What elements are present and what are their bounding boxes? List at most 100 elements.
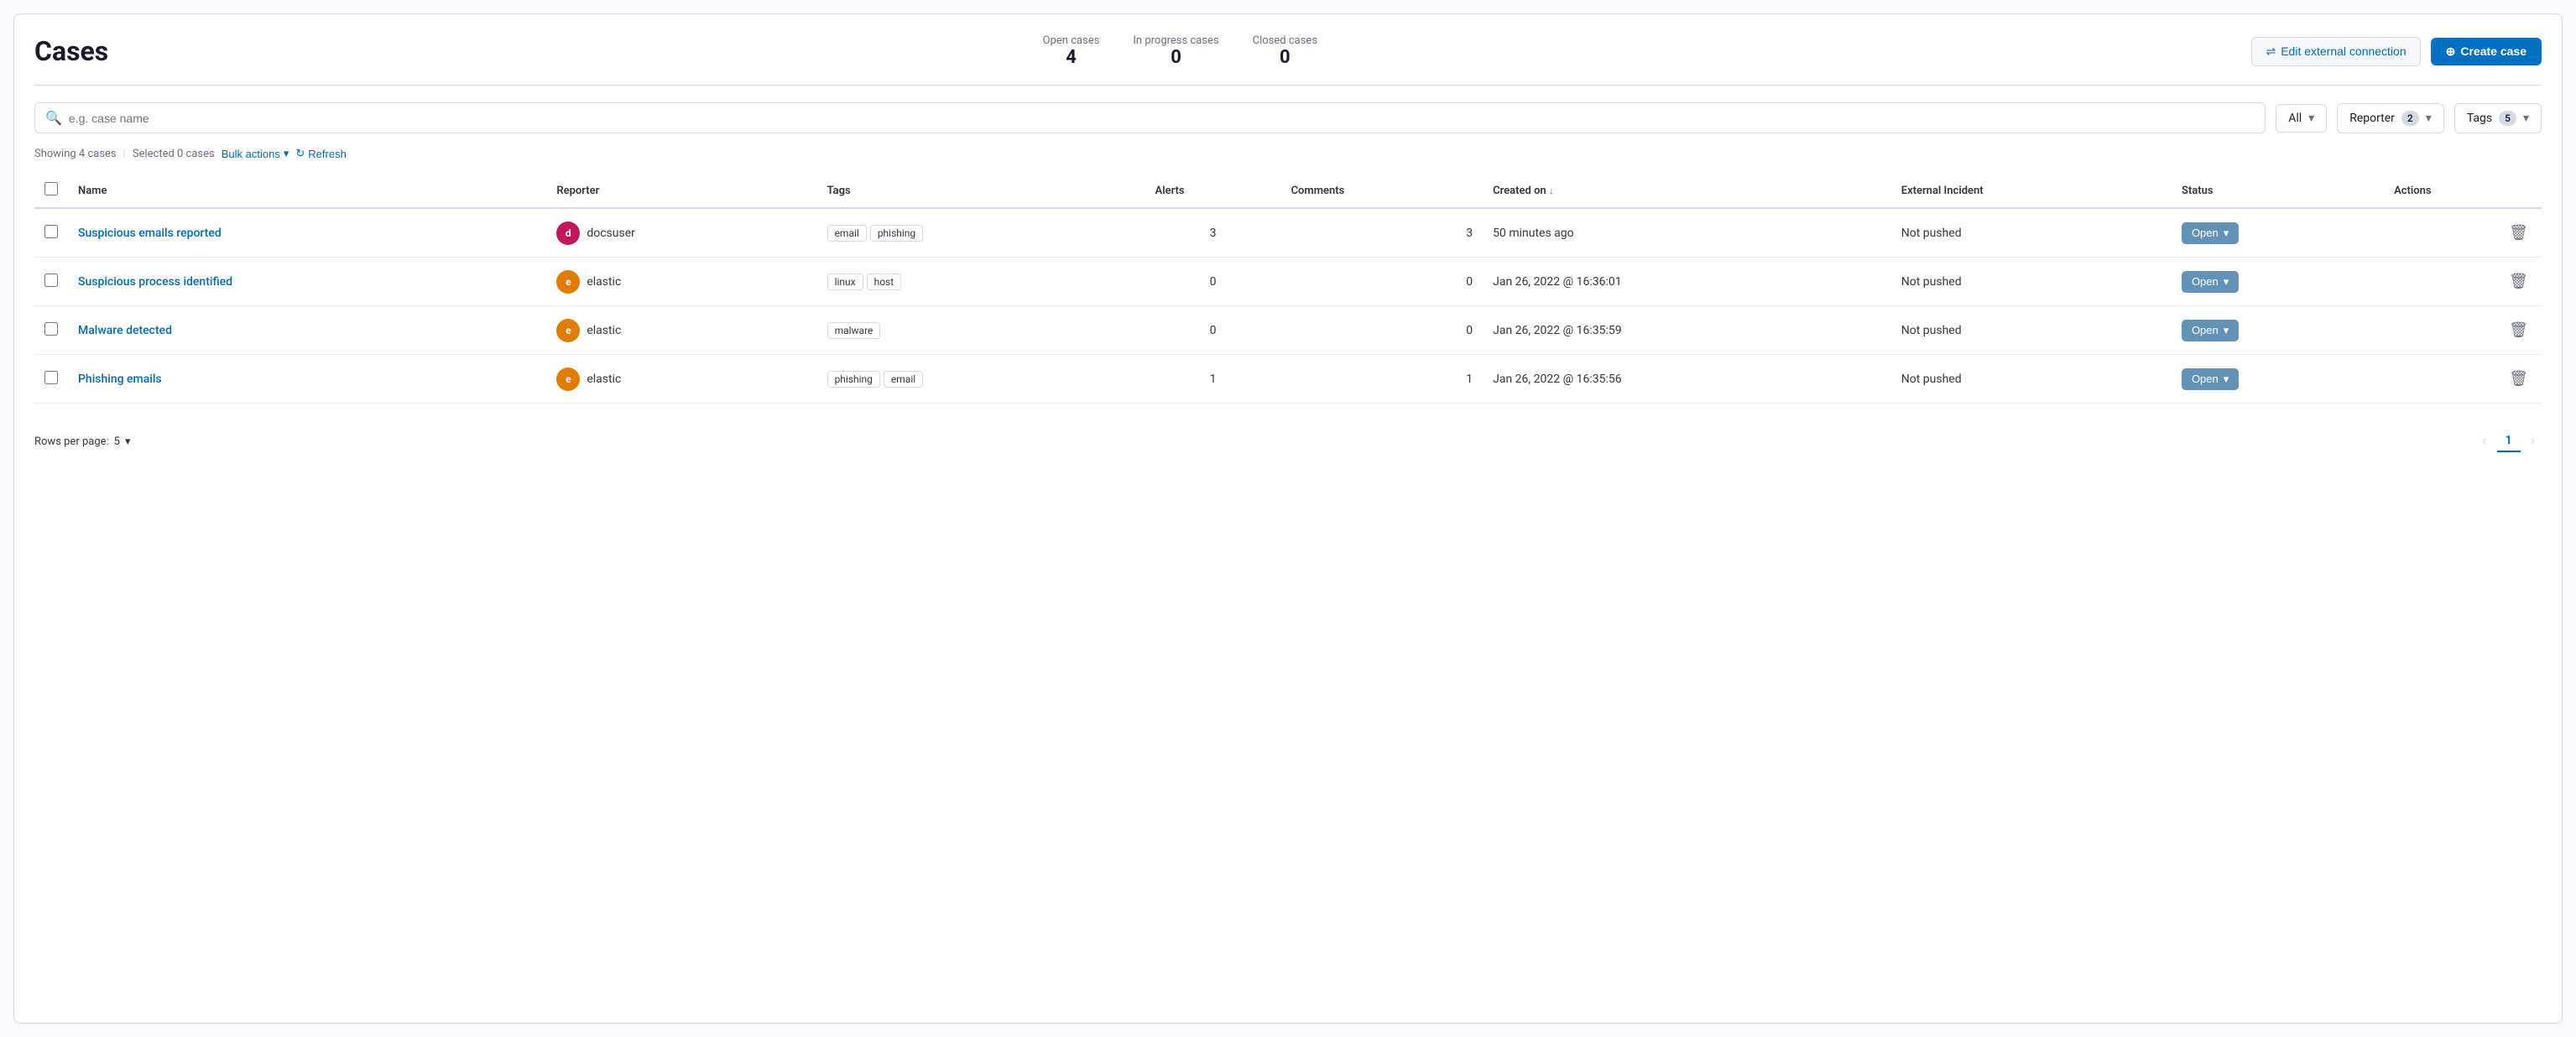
plus-circle-icon: ⊕ <box>2446 44 2456 59</box>
tag: email <box>884 371 923 388</box>
avatar: e <box>556 367 580 391</box>
created-on-cell: 50 minutes ago <box>1483 208 1891 258</box>
chevron-down-icon-reporter: ▾ <box>2426 112 2432 125</box>
external-incident-cell: Not pushed <box>1891 258 2172 306</box>
closed-cases-label: Closed cases <box>1253 34 1317 47</box>
external-incident-cell: Not pushed <box>1891 306 2172 355</box>
status-filter-label: All <box>2288 112 2302 125</box>
case-name-link[interactable]: Suspicious emails reported <box>78 227 222 240</box>
subbar-separator: | <box>123 148 126 160</box>
chevron-down-icon-status: ▾ <box>2224 227 2229 240</box>
status-button[interactable]: Open ▾ <box>2182 368 2239 390</box>
alerts-cell: 0 <box>1145 306 1281 355</box>
row-checkbox-cell <box>34 258 68 306</box>
refresh-button[interactable]: ↻ Refresh <box>295 147 346 160</box>
trash-icon: 🗑 <box>2509 370 2528 387</box>
actions-cell: 🗑 <box>2384 355 2542 404</box>
tags-filter-dropdown[interactable]: Tags 5 ▾ <box>2454 103 2542 133</box>
table-row: Suspicious emails reportedddocsuseremail… <box>34 208 2542 258</box>
open-cases-stat: Open cases 4 <box>1043 34 1100 68</box>
actions-cell: 🗑 <box>2384 258 2542 306</box>
trash-icon: 🗑 <box>2509 273 2528 289</box>
tag: email <box>827 225 867 242</box>
tag: malware <box>827 322 881 339</box>
row-2-checkbox[interactable] <box>44 274 58 287</box>
status-cell: Open ▾ <box>2172 306 2384 355</box>
case-name-link[interactable]: Phishing emails <box>78 373 162 386</box>
case-name-link[interactable]: Malware detected <box>78 324 172 337</box>
external-incident-cell: Not pushed <box>1891 355 2172 404</box>
select-all-checkbox[interactable] <box>44 182 58 195</box>
chevron-down-icon-tags: ▾ <box>2523 112 2529 125</box>
status-button[interactable]: Open ▾ <box>2182 271 2239 293</box>
row-1-checkbox[interactable] <box>44 225 58 238</box>
stats-section: Open cases 4 In progress cases 0 Closed … <box>1043 34 1317 68</box>
comments-cell: 1 <box>1281 355 1484 404</box>
search-toolbar: 🔍 All ▾ Reporter 2 ▾ Tags 5 ▾ <box>34 102 2542 133</box>
status-cell: Open ▾ <box>2172 208 2384 258</box>
edit-connection-button[interactable]: ⇌ Edit external connection <box>2251 37 2420 66</box>
row-checkbox-cell <box>34 208 68 258</box>
next-page-button[interactable]: › <box>2524 430 2542 452</box>
chevron-down-icon-status: ▾ <box>2224 373 2229 386</box>
rows-per-page-value: 5 <box>114 435 120 448</box>
comments-cell: 0 <box>1281 306 1484 355</box>
status-label: Open <box>2192 227 2219 239</box>
table-row: Malware detectedeelasticmalware00Jan 26,… <box>34 306 2542 355</box>
reporter-info: eelastic <box>556 319 806 342</box>
edit-connection-label: Edit external connection <box>2281 44 2406 58</box>
create-case-label: Create case <box>2460 44 2526 58</box>
search-input[interactable] <box>69 112 2255 125</box>
edit-connection-icon: ⇌ <box>2266 44 2276 59</box>
case-name-cell: Suspicious emails reported <box>68 208 546 258</box>
delete-case-button[interactable]: 🗑 <box>2506 367 2532 391</box>
open-cases-value: 4 <box>1043 47 1100 68</box>
prev-page-button[interactable]: ‹ <box>2475 430 2493 452</box>
delete-case-button[interactable]: 🗑 <box>2506 269 2532 294</box>
status-button[interactable]: Open ▾ <box>2182 320 2239 341</box>
header-actions: ⇌ Edit external connection ⊕ Create case <box>2251 37 2542 66</box>
avatar: e <box>556 319 580 342</box>
alerts-cell: 1 <box>1145 355 1281 404</box>
selected-cases-text: Selected 0 cases <box>133 148 215 160</box>
tag: host <box>867 274 902 290</box>
row-4-checkbox[interactable] <box>44 371 58 384</box>
col-alerts: Alerts <box>1145 174 1281 208</box>
page-title: Cases <box>34 35 108 67</box>
tag: linux <box>827 274 863 290</box>
trash-icon: 🗑 <box>2509 224 2528 241</box>
in-progress-cases-label: In progress cases <box>1133 34 1218 47</box>
row-3-checkbox[interactable] <box>44 322 58 336</box>
row-checkbox-cell <box>34 306 68 355</box>
col-status: Status <box>2172 174 2384 208</box>
reporter-filter-dropdown[interactable]: Reporter 2 ▾ <box>2337 103 2444 133</box>
select-all-cell <box>34 174 68 208</box>
chevron-down-icon: ▾ <box>2308 112 2314 125</box>
case-name-cell: Phishing emails <box>68 355 546 404</box>
tags-cell: malware <box>817 306 1145 355</box>
actions-cell: 🗑 <box>2384 208 2542 258</box>
status-filter-dropdown[interactable]: All ▾ <box>2276 104 2327 133</box>
tag: phishing <box>870 225 923 242</box>
current-page-number[interactable]: 1 <box>2497 430 2521 452</box>
closed-cases-stat: Closed cases 0 <box>1253 34 1317 68</box>
delete-case-button[interactable]: 🗑 <box>2506 221 2532 245</box>
status-label: Open <box>2192 324 2219 336</box>
bulk-actions-button[interactable]: Bulk actions ▾ <box>222 147 289 160</box>
status-button[interactable]: Open ▾ <box>2182 222 2239 244</box>
alerts-cell: 0 <box>1145 258 1281 306</box>
avatar: e <box>556 270 580 294</box>
col-name: Name <box>68 174 546 208</box>
reporter-cell: eelastic <box>546 355 816 404</box>
pagination: ‹ 1 › <box>2475 430 2542 452</box>
tags-filter-badge: 5 <box>2499 111 2516 126</box>
delete-case-button[interactable]: 🗑 <box>2506 318 2532 342</box>
table-row: Phishing emailseelasticphishingemail11Ja… <box>34 355 2542 404</box>
case-name-link[interactable]: Suspicious process identified <box>78 275 232 289</box>
col-tags: Tags <box>817 174 1145 208</box>
created-on-cell: Jan 26, 2022 @ 16:36:01 <box>1483 258 1891 306</box>
closed-cases-value: 0 <box>1253 47 1317 68</box>
tags-cell: linuxhost <box>817 258 1145 306</box>
rows-per-page-control[interactable]: Rows per page: 5 ▾ <box>34 435 131 448</box>
create-case-button[interactable]: ⊕ Create case <box>2431 38 2542 65</box>
